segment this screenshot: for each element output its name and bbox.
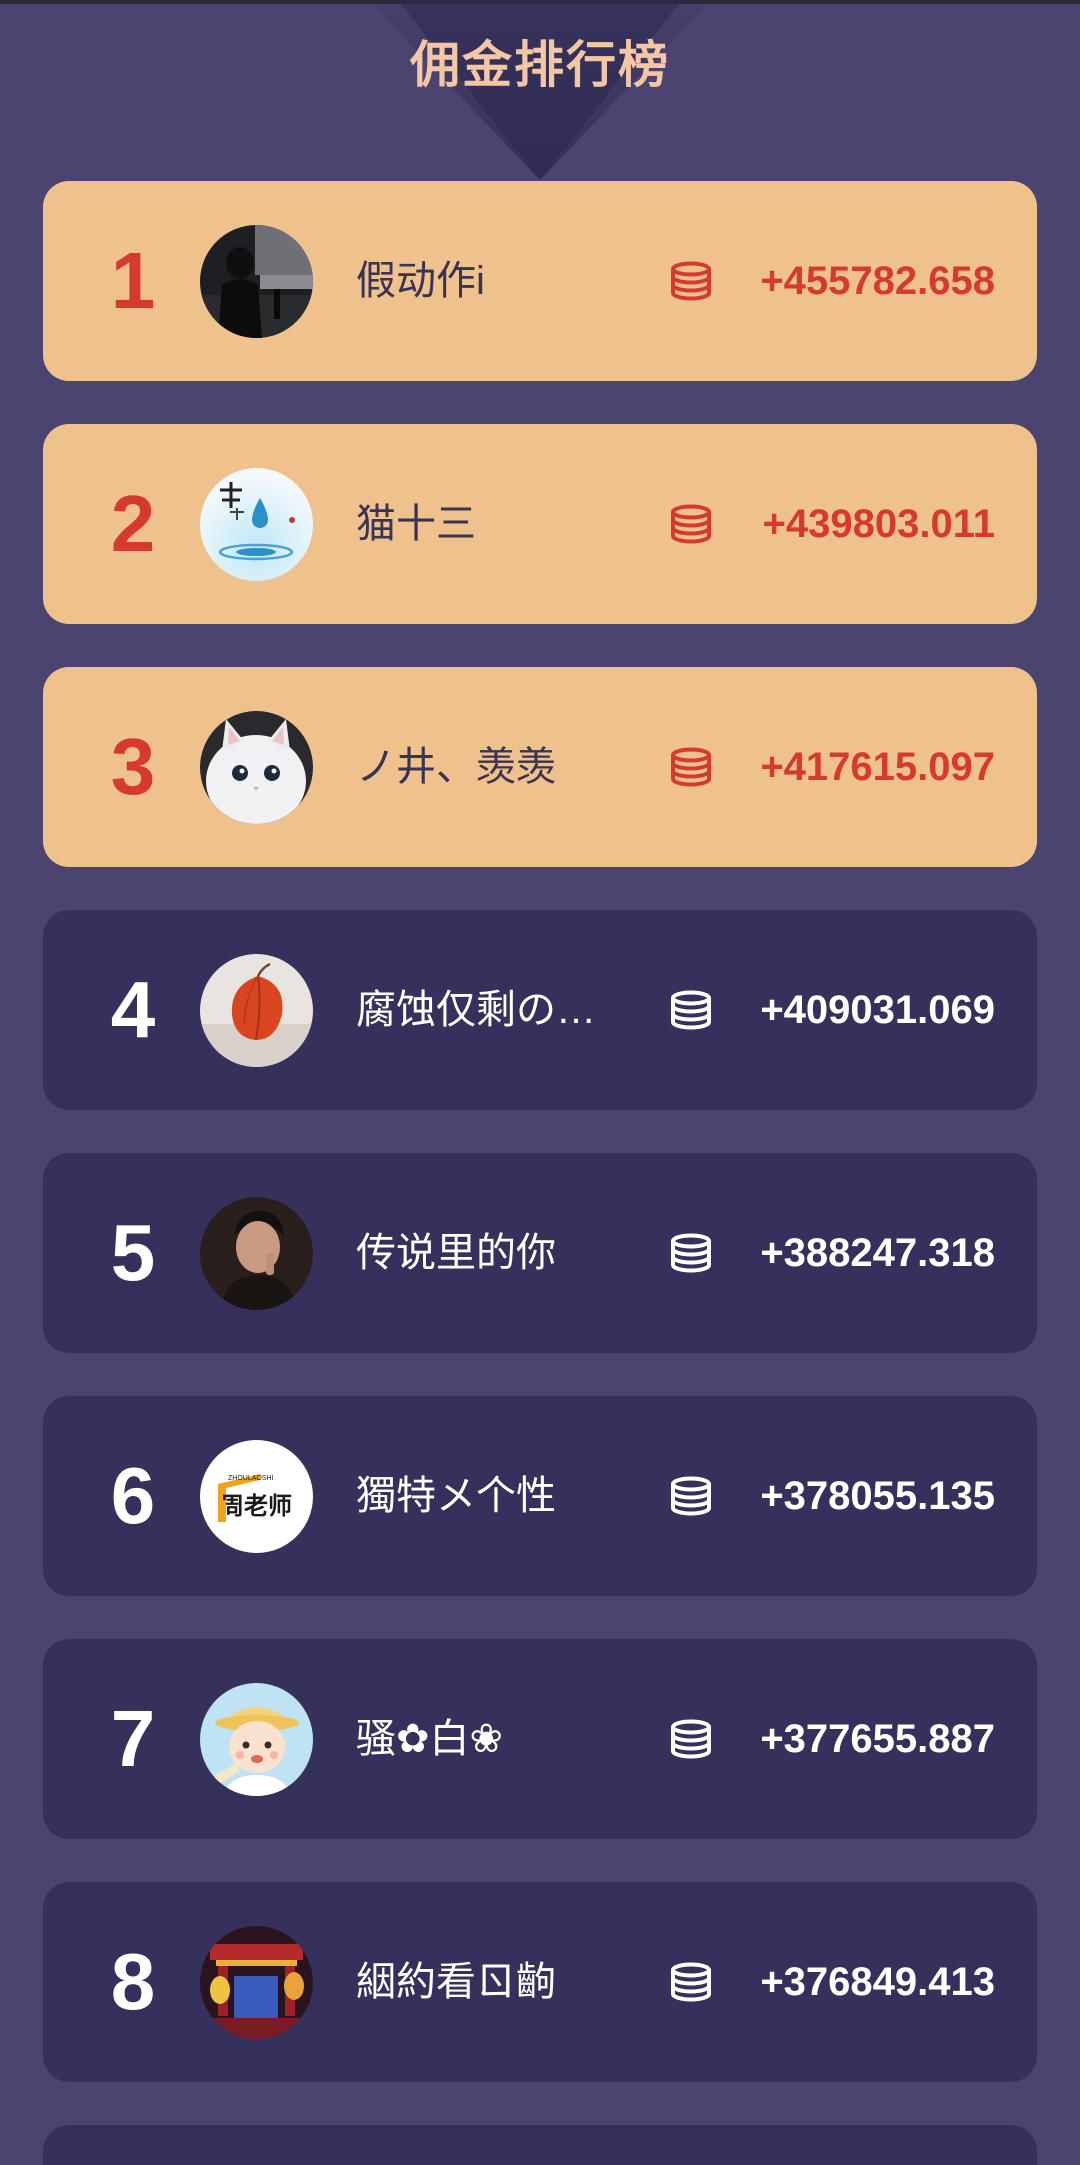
avatar[interactable] — [200, 954, 313, 1067]
rank-number: 7 — [110, 1694, 156, 1783]
avatar[interactable] — [200, 1197, 313, 1310]
rank-number: 3 — [110, 722, 156, 811]
coin-stack-icon — [671, 1719, 711, 1759]
coin-stack-icon — [671, 1476, 711, 1516]
avatar[interactable] — [200, 1683, 313, 1796]
ranking-row[interactable]: 5 传说里的你 +388247.318 — [43, 1153, 1037, 1353]
logo-caption: ZHOULAOSHI — [228, 1475, 274, 1482]
coin-stack-icon — [671, 1962, 711, 2002]
user-name: 猫十三 — [356, 502, 476, 546]
coin-stack-icon — [671, 990, 711, 1030]
coin-stack-icon — [671, 261, 711, 301]
rank-number: 6 — [110, 1451, 156, 1540]
avatar[interactable] — [200, 468, 313, 581]
user-name: 獨特メ个性 — [356, 1474, 556, 1518]
avatar[interactable] — [200, 711, 313, 824]
rank-number: 8 — [110, 1937, 156, 2026]
commission-amount: +417615.097 — [760, 745, 995, 789]
user-name: ノ井、羡羡 — [356, 745, 556, 789]
avatar[interactable]: ZHOULAOSHI 周老师 — [200, 1440, 313, 1553]
commission-amount: +377655.887 — [760, 1717, 995, 1761]
user-name: 假动作i — [356, 259, 485, 303]
header: 佣金排行榜 — [0, 0, 1080, 180]
ranking-row[interactable]: 3 ノ井、羡羡 +417615.097 — [43, 667, 1037, 867]
rank-number: 2 — [110, 479, 156, 568]
commission-amount: +376849.413 — [760, 1960, 995, 2004]
rank-number: 1 — [110, 236, 156, 325]
ranking-row[interactable]: 7 骚✿白❀ +377655.887 — [43, 1639, 1037, 1839]
ranking-row[interactable]: 1 假动作i +455782.658 — [43, 181, 1037, 381]
user-name: 絪約看ㄖ齣 — [356, 1960, 556, 2004]
page-title: 佣金排行榜 — [410, 37, 670, 93]
rank-number: 5 — [110, 1208, 156, 1297]
commission-amount: +388247.318 — [760, 1231, 995, 1275]
rank-number: 4 — [110, 965, 156, 1054]
avatar[interactable] — [200, 225, 313, 338]
ranking-list: 1 假动作i +455782.658 2 猫十三 +439803.011 3 ノ… — [43, 181, 1037, 2165]
ranking-row[interactable]: 6 ZHOULAOSHI 周老师 獨特メ个性 +378055.135 — [43, 1396, 1037, 1596]
commission-amount: +409031.069 — [760, 988, 995, 1032]
coin-stack-icon — [671, 747, 711, 787]
commission-amount: +439803.011 — [762, 502, 995, 546]
commission-amount: +378055.135 — [760, 1474, 995, 1518]
ranking-row[interactable]: 4 腐蚀仅剩の… +409031.069 — [43, 910, 1037, 1110]
ranking-row-partial[interactable] — [43, 2125, 1037, 2165]
user-name: 骚✿白❀ — [356, 1717, 504, 1761]
coin-stack-icon — [671, 1233, 711, 1273]
ranking-row[interactable]: 8 絪約看ㄖ齣 +376849.413 — [43, 1882, 1037, 2082]
user-name: 传说里的你 — [356, 1231, 556, 1275]
ranking-row[interactable]: 2 猫十三 +439803.011 — [43, 424, 1037, 624]
commission-amount: +455782.658 — [760, 259, 995, 303]
avatar[interactable] — [200, 1926, 313, 2039]
coin-stack-icon — [671, 504, 711, 544]
user-name: 腐蚀仅剩の… — [356, 988, 596, 1032]
logo-text: 周老师 — [220, 1492, 292, 1520]
